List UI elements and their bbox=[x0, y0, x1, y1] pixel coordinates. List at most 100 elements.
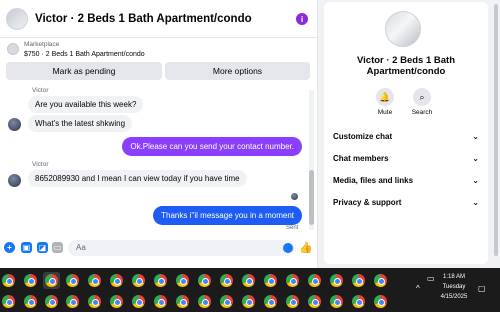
chat-header: Victor · 2 Beds 1 Bath Apartment/condo i bbox=[0, 0, 318, 38]
listing-summary[interactable]: Marketplace $750 · 2 Beds 1 Bath Apartme… bbox=[0, 39, 318, 61]
chat-title[interactable]: Victor · 2 Beds 1 Bath Apartment/condo bbox=[35, 13, 252, 25]
chrome-icon[interactable] bbox=[154, 295, 167, 308]
chat-panel: Victor · 2 Beds 1 Bath Apartment/condo i… bbox=[0, 0, 318, 268]
page-scroll-thumb[interactable] bbox=[494, 4, 498, 256]
avatar[interactable] bbox=[6, 7, 28, 30]
chrome-icon[interactable] bbox=[110, 274, 123, 287]
chrome-icon[interactable] bbox=[2, 274, 15, 287]
chrome-icon[interactable] bbox=[374, 274, 387, 287]
marketplace-label: Marketplace bbox=[24, 41, 60, 48]
privacy-support-row[interactable]: Privacy & support ⌄ bbox=[333, 194, 479, 212]
taskbar: ^ ▭ ▢ bbox=[0, 268, 500, 312]
camera-icon[interactable]: ▣ bbox=[21, 242, 32, 253]
chrome-icon[interactable] bbox=[242, 274, 255, 287]
chrome-icon[interactable] bbox=[374, 295, 387, 308]
clock-day: Tuesday bbox=[442, 284, 466, 290]
media-files-links-row[interactable]: Media, files and links ⌄ bbox=[333, 172, 479, 190]
more-options-button[interactable]: More options bbox=[165, 62, 310, 80]
sender-avatar bbox=[8, 118, 21, 131]
message-bubble-incoming[interactable]: 8652089930 and I mean I can view today i… bbox=[28, 170, 247, 187]
profile-name: Victor · 2 Beds 1 Bath Apartment/condo bbox=[324, 55, 488, 77]
sent-status: Sent bbox=[286, 225, 299, 231]
emoji-icon[interactable] bbox=[283, 243, 293, 253]
chevron-down-icon: ⌄ bbox=[472, 154, 479, 163]
action-center-icon[interactable]: ▢ bbox=[478, 284, 486, 293]
chrome-icon[interactable] bbox=[352, 274, 365, 287]
message-bubble-outgoing[interactable]: Thanks i''il message you in a moment bbox=[153, 206, 302, 225]
chrome-icon[interactable] bbox=[132, 274, 145, 287]
message-bubble-outgoing[interactable]: Ok.Please can you send your contact numb… bbox=[122, 137, 302, 156]
chrome-icon[interactable] bbox=[24, 274, 37, 287]
chrome-icon[interactable] bbox=[24, 295, 37, 308]
chrome-icon[interactable] bbox=[242, 295, 255, 308]
chat-members-row[interactable]: Chat members ⌄ bbox=[333, 150, 479, 168]
chrome-icon[interactable] bbox=[154, 274, 167, 287]
chrome-icon[interactable] bbox=[176, 274, 189, 287]
search-button[interactable]: ⌕ Search bbox=[402, 88, 442, 116]
chrome-icon[interactable] bbox=[198, 274, 211, 287]
message-bubble-incoming[interactable]: Are you available this week? bbox=[28, 96, 144, 113]
message-input[interactable]: Aa bbox=[68, 240, 294, 256]
thumbs-up-icon[interactable]: 👍 bbox=[299, 241, 313, 254]
chrome-icon[interactable] bbox=[198, 295, 211, 308]
row-label: Privacy & support bbox=[333, 198, 402, 207]
sticker-icon[interactable]: ◪ bbox=[37, 242, 48, 253]
chrome-icon[interactable] bbox=[308, 274, 321, 287]
plus-icon[interactable]: + bbox=[4, 242, 15, 253]
profile-name-line-1: Victor · 2 Beds 1 Bath bbox=[356, 55, 456, 66]
chrome-icon[interactable] bbox=[330, 274, 343, 287]
chrome-icon[interactable] bbox=[88, 274, 101, 287]
chrome-icon[interactable] bbox=[330, 295, 343, 308]
chrome-icon[interactable] bbox=[264, 295, 277, 308]
listing-thumbnail bbox=[7, 43, 19, 55]
chrome-icon[interactable] bbox=[110, 295, 123, 308]
chrome-icon[interactable] bbox=[220, 274, 233, 287]
chrome-icon[interactable] bbox=[45, 295, 58, 308]
customize-chat-row[interactable]: Customize chat ⌄ bbox=[333, 128, 479, 146]
gif-icon[interactable]: ▭ bbox=[52, 242, 63, 253]
chrome-icon[interactable] bbox=[220, 295, 233, 308]
search-label: Search bbox=[411, 109, 433, 116]
chat-scroll-thumb[interactable] bbox=[309, 170, 314, 225]
clock-time: 1:18 AM bbox=[442, 274, 465, 280]
info-icon[interactable]: i bbox=[296, 13, 308, 25]
chrome-icon[interactable] bbox=[45, 274, 58, 287]
sender-avatar bbox=[8, 174, 21, 187]
chrome-icon[interactable] bbox=[264, 274, 277, 287]
screen: Victor · 2 Beds 1 Bath Apartment/condo i… bbox=[0, 0, 500, 312]
composer: + ▣ ◪ ▭ Aa 👍 bbox=[0, 236, 318, 260]
chevron-up-icon[interactable]: ^ bbox=[416, 284, 420, 293]
mute-button[interactable]: 🔔 Mute bbox=[365, 88, 405, 116]
sender-name: Victor bbox=[32, 161, 49, 168]
profile-avatar[interactable] bbox=[385, 11, 421, 47]
row-label: Customize chat bbox=[333, 132, 393, 141]
row-label: Chat members bbox=[333, 154, 389, 163]
clock[interactable]: 1:18 AM Tuesday 4/15/2025 bbox=[434, 272, 474, 302]
clock-date: 4/15/2025 bbox=[440, 294, 468, 300]
profile-name-line-2: Apartment/condo bbox=[366, 66, 446, 77]
sender-name: Victor bbox=[32, 87, 49, 94]
chrome-icon[interactable] bbox=[286, 274, 299, 287]
conversation-details-panel: Victor · 2 Beds 1 Bath Apartment/condo 🔔… bbox=[324, 2, 488, 264]
chrome-icon[interactable] bbox=[2, 295, 15, 308]
chevron-down-icon: ⌄ bbox=[472, 132, 479, 141]
chrome-icon[interactable] bbox=[88, 295, 101, 308]
listing-title: $750 · 2 Beds 1 Bath Apartment/condo bbox=[24, 51, 145, 58]
chrome-icon[interactable] bbox=[286, 295, 299, 308]
chevron-down-icon: ⌄ bbox=[472, 198, 479, 207]
message-bubble-incoming[interactable]: What's the latest shkwing bbox=[28, 115, 133, 132]
chrome-icon[interactable] bbox=[352, 295, 365, 308]
mark-as-pending-button[interactable]: Mark as pending bbox=[6, 62, 162, 80]
row-label: Media, files and links bbox=[333, 176, 414, 185]
chrome-icon[interactable] bbox=[308, 295, 321, 308]
bell-icon: 🔔 bbox=[376, 88, 394, 106]
seen-avatar bbox=[291, 193, 298, 200]
chrome-icon[interactable] bbox=[66, 274, 79, 287]
chevron-down-icon: ⌄ bbox=[472, 176, 479, 185]
message-list: Victor Are you available this week? What… bbox=[0, 86, 318, 236]
chrome-icon[interactable] bbox=[132, 295, 145, 308]
mute-label: Mute bbox=[377, 109, 393, 116]
search-icon: ⌕ bbox=[413, 88, 431, 106]
chrome-icon[interactable] bbox=[66, 295, 79, 308]
chrome-icon[interactable] bbox=[176, 295, 189, 308]
